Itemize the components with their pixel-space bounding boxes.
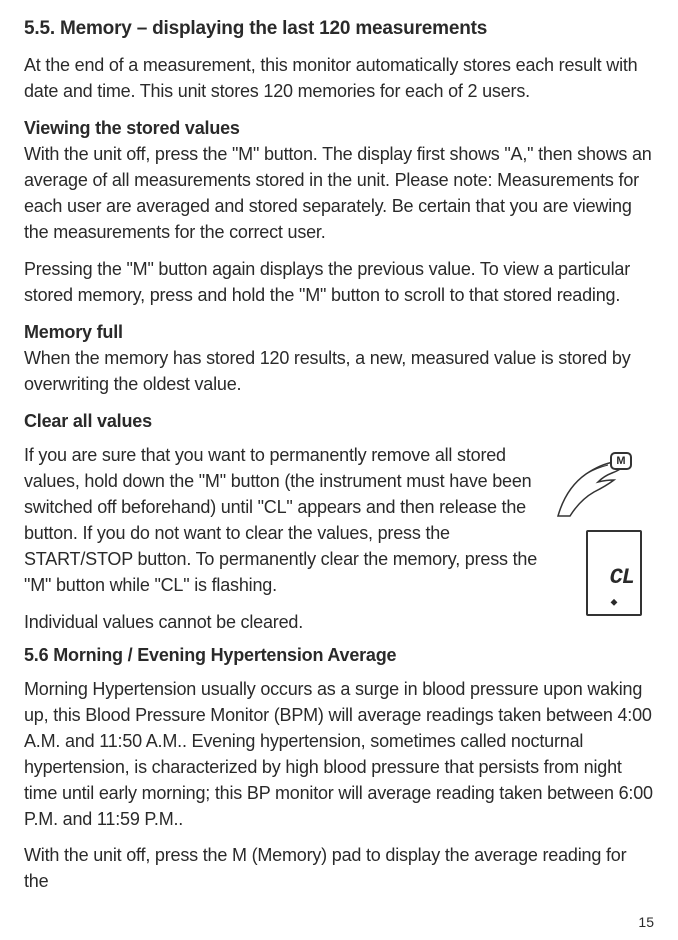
- clear-paragraph-1: If you are sure that you want to permane…: [24, 442, 544, 599]
- page-number: 15: [638, 914, 654, 930]
- clear-all-values-heading: Clear all values: [24, 411, 654, 432]
- section-heading-5-5: 5.5. Memory – displaying the last 120 me…: [24, 18, 654, 40]
- display-indicator-icon: ⬥: [611, 597, 618, 608]
- device-display-icon: CL ⬥: [586, 530, 642, 616]
- intro-paragraph-5-5: At the end of a measurement, this monito…: [24, 52, 654, 104]
- viewing-stored-values-heading: Viewing the stored values: [24, 118, 654, 139]
- memory-full-text: When the memory has stored 120 results, …: [24, 345, 654, 397]
- clear-paragraph-2: Individual values cannot be cleared.: [24, 609, 544, 635]
- clear-memory-figure: M CL ⬥: [556, 448, 654, 638]
- section-heading-5-6: 5.6 Morning / Evening Hypertension Avera…: [24, 645, 654, 666]
- text-5-6-paragraph-1: Morning Hypertension usually occurs as a…: [24, 676, 654, 833]
- text-5-6-paragraph-2: With the unit off, press the M (Memory) …: [24, 842, 654, 894]
- viewing-paragraph-1: With the unit off, press the "M" button.…: [24, 141, 654, 245]
- display-cl-text: CL: [610, 565, 634, 590]
- memory-full-heading: Memory full: [24, 322, 654, 343]
- finger-pressing-icon: [556, 448, 654, 518]
- viewing-paragraph-2: Pressing the "M" button again displays t…: [24, 256, 654, 308]
- m-button-icon: M: [610, 452, 632, 470]
